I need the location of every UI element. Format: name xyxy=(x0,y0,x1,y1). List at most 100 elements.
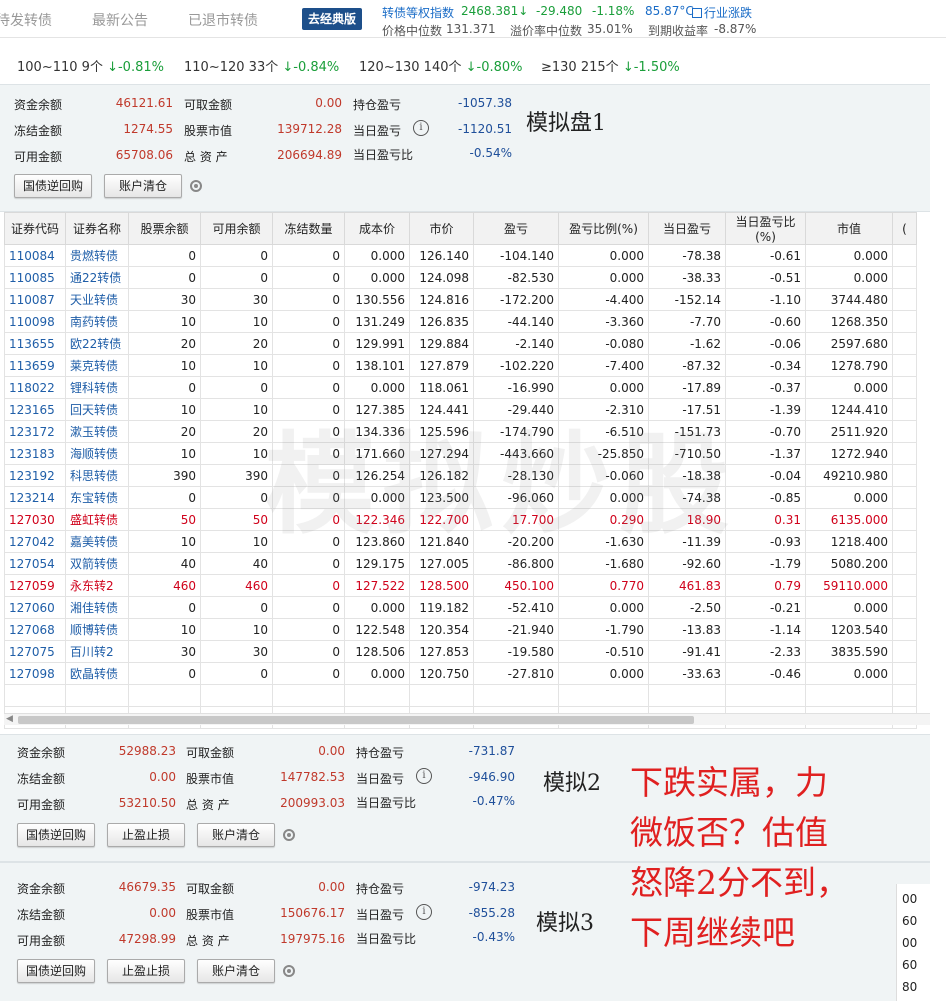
col-frozen[interactable]: 冻结数量 xyxy=(272,212,345,245)
cell-code[interactable]: 127030 xyxy=(4,508,66,531)
cell-code[interactable]: 127054 xyxy=(4,552,66,575)
cell-code[interactable]: 110084 xyxy=(4,244,66,267)
table-row[interactable]: 110085 通22转债 0 0 0 0.000 124.098 -82.530 0.000 -3… xyxy=(4,266,917,289)
nav-pending-bonds[interactable]: 待发转债 xyxy=(0,10,52,30)
col-today-pnl-pct[interactable]: 当日盈亏比(%) xyxy=(725,212,806,245)
cell-code[interactable]: 127060 xyxy=(4,596,66,619)
index-label[interactable]: 转债等权指数 xyxy=(382,4,454,21)
cell-code[interactable]: 113655 xyxy=(4,332,66,355)
classic-version-button[interactable]: 去经典版 xyxy=(302,8,362,30)
settings-gear-icon[interactable] xyxy=(283,965,295,977)
table-row[interactable]: 127060 湘佳转债 0 0 0 0.000 119.182 -52.410 0.000 -2.… xyxy=(4,596,917,619)
table-row[interactable]: 127068 顺博转债 10 10 0 122.548 120.354 -21.940 -1.7… xyxy=(4,618,917,641)
settings-gear-icon[interactable] xyxy=(190,180,202,192)
table-row[interactable]: 127075 百川转2 30 30 0 128.506 127.853 -19.580 -0.5… xyxy=(4,640,917,663)
table-row[interactable]: 123192 科思转债 390 390 0 126.254 126.182 -28.130 -0… xyxy=(4,464,917,487)
nav-delisted-bonds[interactable]: 已退市转债 xyxy=(188,10,258,30)
col-name[interactable]: 证券名称 xyxy=(65,212,129,245)
cell-name[interactable]: 锂科转债 xyxy=(65,376,129,399)
industry-change-link[interactable]: 行业涨跌 xyxy=(692,4,752,21)
cell-code[interactable]: 127059 xyxy=(4,574,66,597)
cell-code[interactable]: 110098 xyxy=(4,310,66,333)
cell-name[interactable]: 盛虹转债 xyxy=(65,508,129,531)
cell-name[interactable]: 南药转债 xyxy=(65,310,129,333)
table-row[interactable]: 127042 嘉美转债 10 10 0 123.860 121.840 -20.200 -1.6… xyxy=(4,530,917,553)
table-row[interactable]: 118022 锂科转债 0 0 0 0.000 118.061 -16.990 0.000 -17… xyxy=(4,376,917,399)
cell-name[interactable]: 百川转2 xyxy=(65,640,129,663)
col-code[interactable]: 证券代码 xyxy=(4,212,66,245)
table-row[interactable]: 110098 南药转债 10 10 0 131.249 126.835 -44.140 -3.3… xyxy=(4,310,917,333)
info-icon[interactable]: i xyxy=(416,904,432,920)
clear-account-button[interactable]: 账户清仓 xyxy=(104,174,182,198)
stop-profit-loss-button[interactable]: 止盈止损 xyxy=(107,959,185,983)
cell-code[interactable]: 123165 xyxy=(4,398,66,421)
cell-code[interactable]: 123172 xyxy=(4,420,66,443)
cell-name[interactable]: 天业转债 xyxy=(65,288,129,311)
table-row[interactable]: 110087 天业转债 30 30 0 130.556 124.816 -172.200 -4.… xyxy=(4,288,917,311)
cell-name[interactable]: 回天转债 xyxy=(65,398,129,421)
cell-code[interactable]: 118022 xyxy=(4,376,66,399)
cell-name[interactable]: 双箭转债 xyxy=(65,552,129,575)
cell-name[interactable]: 通22转债 xyxy=(65,266,129,289)
col-overflow[interactable]: ( xyxy=(892,212,917,245)
cell-name[interactable]: 欧晶转债 xyxy=(65,662,129,685)
table-row[interactable]: 123172 漱玉转债 20 20 0 134.336 125.596 -174.790 -6.… xyxy=(4,420,917,443)
cell-name[interactable]: 湘佳转债 xyxy=(65,596,129,619)
treasury-repo-button[interactable]: 国债逆回购 xyxy=(17,959,95,983)
table-row[interactable]: 113655 欧22转债 20 20 0 129.991 129.884 -2.140 -0.0… xyxy=(4,332,917,355)
settings-gear-icon[interactable] xyxy=(283,829,295,841)
table-row[interactable]: 123214 东宝转债 0 0 0 0.000 123.500 -96.060 0.000 -74… xyxy=(4,486,917,509)
horizontal-scrollbar[interactable]: ◀ xyxy=(4,713,930,725)
cell-name[interactable]: 东宝转债 xyxy=(65,486,129,509)
table-row[interactable]: 127054 双箭转债 40 40 0 129.175 127.005 -86.800 -1.6… xyxy=(4,552,917,575)
cell-code[interactable]: 123214 xyxy=(4,486,66,509)
info-icon[interactable]: i xyxy=(416,768,432,784)
cell-code[interactable]: 127098 xyxy=(4,662,66,685)
cell-code[interactable]: 110087 xyxy=(4,288,66,311)
table-row[interactable]: 110084 贵燃转债 0 0 0 0.000 126.140 -104.140 0.000 -7… xyxy=(4,244,917,267)
treasury-repo-button[interactable]: 国债逆回购 xyxy=(14,174,92,198)
treasury-repo-button[interactable]: 国债逆回购 xyxy=(17,823,95,847)
table-row[interactable]: 127030 盛虹转债 50 50 0 122.346 122.700 17.700 0.290… xyxy=(4,508,917,531)
col-balance[interactable]: 股票余额 xyxy=(128,212,201,245)
table-row[interactable]: 123183 海顺转债 10 10 0 171.660 127.294 -443.660 -25… xyxy=(4,442,917,465)
col-market-value[interactable]: 市值 xyxy=(805,212,893,245)
cell-name[interactable]: 贵燃转债 xyxy=(65,244,129,267)
table-row[interactable]: 127059 永东转2 460 460 0 127.522 128.500 450.100 0.… xyxy=(4,574,917,597)
stop-profit-loss-button[interactable]: 止盈止损 xyxy=(107,823,185,847)
cell-code[interactable]: 127042 xyxy=(4,530,66,553)
cell-name[interactable]: 永东转2 xyxy=(65,574,129,597)
cell-overflow xyxy=(892,244,917,267)
nav-latest-announcements[interactable]: 最新公告 xyxy=(92,10,148,30)
scroll-left-arrow-icon[interactable]: ◀ xyxy=(6,714,13,724)
table-row[interactable]: 123165 回天转债 10 10 0 127.385 124.441 -29.440 -2.3… xyxy=(4,398,917,421)
cell-name[interactable]: 科思转债 xyxy=(65,464,129,487)
cell-name[interactable]: 漱玉转债 xyxy=(65,420,129,443)
cell-code[interactable]: 123192 xyxy=(4,464,66,487)
cell-name[interactable]: 顺博转债 xyxy=(65,618,129,641)
clear-account-button[interactable]: 账户清仓 xyxy=(197,823,275,847)
position-pnl-value: -731.87 xyxy=(468,744,515,758)
col-cost[interactable]: 成本价 xyxy=(344,212,410,245)
col-today-pnl[interactable]: 当日盈亏 xyxy=(648,212,726,245)
cell-name[interactable]: 嘉美转债 xyxy=(65,530,129,553)
col-price[interactable]: 市价 xyxy=(409,212,474,245)
info-icon[interactable]: i xyxy=(413,120,429,136)
table-row[interactable]: 113659 莱克转债 10 10 0 138.101 127.879 -102.220 -7.… xyxy=(4,354,917,377)
cell-name[interactable]: 海顺转债 xyxy=(65,442,129,465)
market-temperature[interactable]: 85.87°C xyxy=(645,4,694,18)
cell-code[interactable]: 110085 xyxy=(4,266,66,289)
cell-code[interactable]: 127075 xyxy=(4,640,66,663)
col-available[interactable]: 可用余额 xyxy=(200,212,273,245)
cell-name[interactable]: 莱克转债 xyxy=(65,354,129,377)
col-pnl[interactable]: 盈亏 xyxy=(473,212,559,245)
cell-name[interactable]: 欧22转债 xyxy=(65,332,129,355)
cell-value: 1278.790 xyxy=(805,354,893,377)
table-row[interactable]: 127098 欧晶转债 0 0 0 0.000 120.750 -27.810 0.000 -33… xyxy=(4,662,917,685)
col-pnl-pct[interactable]: 盈亏比例(%) xyxy=(558,212,649,245)
scrollbar-thumb[interactable] xyxy=(18,716,694,724)
cell-code[interactable]: 113659 xyxy=(4,354,66,377)
cell-code[interactable]: 127068 xyxy=(4,618,66,641)
cell-code[interactable]: 123183 xyxy=(4,442,66,465)
clear-account-button[interactable]: 账户清仓 xyxy=(197,959,275,983)
